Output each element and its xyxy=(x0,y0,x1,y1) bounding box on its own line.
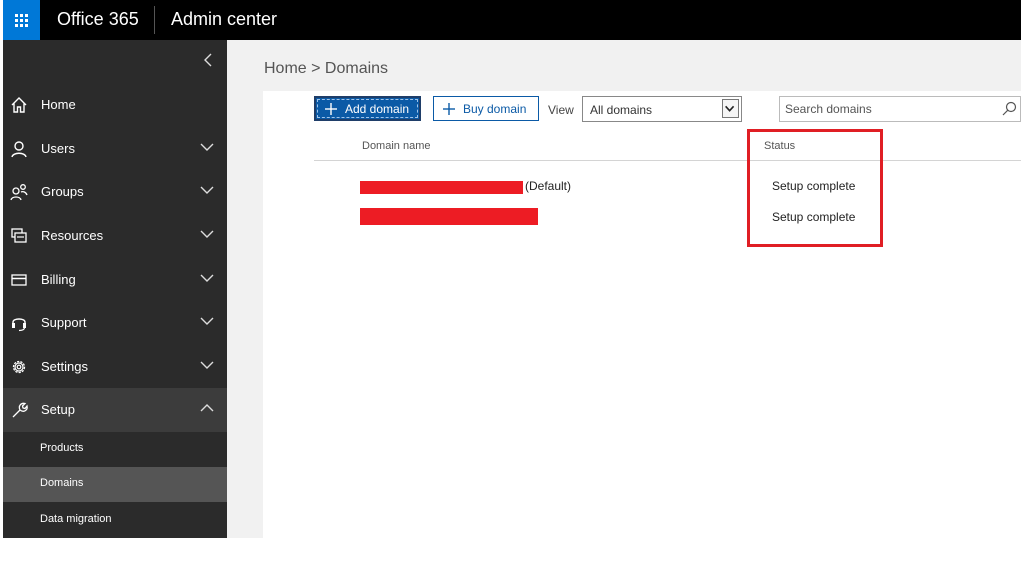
chevron-down-icon xyxy=(725,105,735,112)
sidebar-subitem-data-migration[interactable]: Data migration xyxy=(3,503,227,538)
chevron-down-icon[interactable] xyxy=(199,271,215,285)
status-highlight-box xyxy=(747,129,883,247)
groups-icon xyxy=(10,184,28,201)
sidebar-item-home[interactable]: Home xyxy=(3,83,227,127)
sidebar-item-label: Support xyxy=(41,315,87,330)
chevron-up-icon[interactable] xyxy=(199,401,215,415)
sidebar-item-resources[interactable]: Resources xyxy=(3,214,227,258)
top-bar: Office 365 Admin center xyxy=(3,0,1021,40)
sidebar-item-label: Resources xyxy=(41,228,104,243)
plus-icon xyxy=(325,102,337,115)
main-content: Home > Domains Add domain Buy domain Vie… xyxy=(227,40,1021,538)
chevron-down-icon[interactable] xyxy=(199,314,215,328)
view-filter-value: All domains xyxy=(590,103,653,117)
header-divider xyxy=(314,160,1021,161)
wrench-icon xyxy=(12,402,28,418)
section-title[interactable]: Admin center xyxy=(171,9,277,30)
billing-icon xyxy=(11,274,27,286)
sidebar-subitem-label: Domains xyxy=(40,477,84,489)
app-title[interactable]: Office 365 xyxy=(57,9,139,30)
sidebar-item-label: Home xyxy=(41,97,76,112)
search-input[interactable] xyxy=(783,101,992,117)
sidebar-subitem-products[interactable]: Products xyxy=(3,432,227,467)
sidebar-subitem-label: Data migration xyxy=(40,513,112,525)
sidebar: Home Users Groups Resources Billing Supp… xyxy=(3,40,227,538)
sidebar-subitem-label: Products xyxy=(40,442,84,454)
add-domain-label: Add domain xyxy=(345,101,410,116)
sidebar-item-setup[interactable]: Setup xyxy=(3,388,227,432)
admin-center-window: Office 365 Admin center Home Users Group… xyxy=(3,0,1021,538)
redacted-domain-name xyxy=(360,181,523,194)
sidebar-item-support[interactable]: Support xyxy=(3,301,227,345)
dropdown-arrow-button[interactable] xyxy=(722,99,739,118)
user-icon xyxy=(11,141,27,158)
sidebar-item-groups[interactable]: Groups xyxy=(3,170,227,214)
resources-icon xyxy=(11,228,27,243)
sidebar-subitem-domains[interactable]: Domains xyxy=(3,467,227,502)
buy-domain-label: Buy domain xyxy=(463,101,527,116)
chevron-left-icon[interactable] xyxy=(199,50,219,70)
redacted-domain-name xyxy=(360,208,538,225)
sidebar-item-label: Settings xyxy=(41,359,88,374)
view-label: View xyxy=(548,103,574,117)
chevron-down-icon[interactable] xyxy=(199,227,215,241)
buy-domain-button[interactable]: Buy domain xyxy=(433,96,539,121)
sidebar-item-users[interactable]: Users xyxy=(3,127,227,171)
sidebar-item-label: Groups xyxy=(41,184,84,199)
sidebar-item-label: Setup xyxy=(41,402,75,417)
view-filter-select[interactable]: All domains xyxy=(582,96,742,122)
sidebar-item-label: Billing xyxy=(41,272,76,287)
home-icon xyxy=(11,97,27,113)
chevron-down-icon[interactable] xyxy=(199,183,215,197)
sidebar-item-billing[interactable]: Billing xyxy=(3,258,227,302)
chevron-down-icon[interactable] xyxy=(199,140,215,154)
sidebar-item-settings[interactable]: Settings xyxy=(3,345,227,389)
app-launcher-button[interactable] xyxy=(3,0,40,40)
add-domain-button[interactable]: Add domain xyxy=(314,96,421,121)
breadcrumb[interactable]: Home > Domains xyxy=(264,60,388,78)
search-box[interactable] xyxy=(779,96,1021,122)
title-divider xyxy=(154,6,155,34)
app-launcher-icon xyxy=(15,13,28,27)
headset-icon xyxy=(12,318,26,332)
search-icon[interactable] xyxy=(1001,101,1017,117)
sidebar-item-label: Users xyxy=(41,141,75,156)
gear-icon xyxy=(12,360,26,374)
plus-icon xyxy=(443,102,455,115)
column-header-domain-name[interactable]: Domain name xyxy=(362,140,430,152)
default-tag: (Default) xyxy=(525,179,572,193)
chevron-down-icon[interactable] xyxy=(199,358,215,372)
domains-panel: Add domain Buy domain View All domains S… xyxy=(263,91,1021,538)
